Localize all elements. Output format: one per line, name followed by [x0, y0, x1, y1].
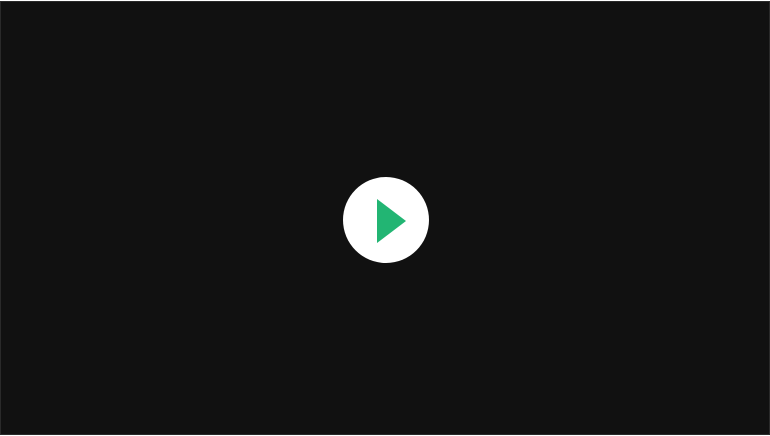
video-player[interactable] — [0, 1, 770, 435]
play-icon — [377, 199, 406, 243]
play-button[interactable] — [343, 177, 429, 263]
